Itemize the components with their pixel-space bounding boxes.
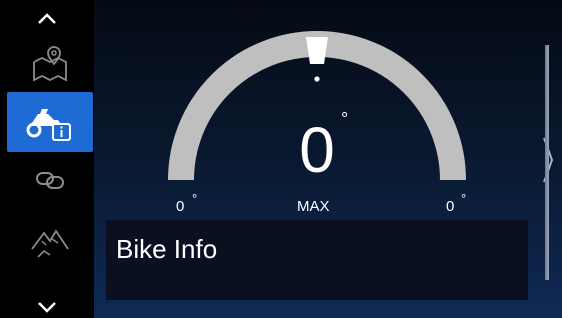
max-right-unit: ° bbox=[461, 191, 467, 206]
link-icon bbox=[36, 172, 64, 189]
gauge-center-marker bbox=[306, 37, 328, 64]
scroll-indicator bbox=[545, 45, 549, 280]
main-panel: 0 ° 0 ° MAX 0 ° Bike Info bbox=[94, 0, 562, 318]
map-pin-icon bbox=[33, 46, 67, 82]
motorcycle-info-icon bbox=[26, 109, 71, 141]
sidebar bbox=[0, 0, 94, 318]
sidebar-item-map[interactable] bbox=[7, 34, 93, 94]
max-left-unit: ° bbox=[192, 191, 198, 206]
sidebar-item-terrain[interactable] bbox=[7, 209, 93, 269]
current-lean-unit: ° bbox=[341, 109, 349, 129]
sidebar-item-bike-info[interactable] bbox=[7, 92, 93, 152]
chevron-down-icon[interactable] bbox=[31, 294, 63, 318]
info-panel: Bike Info bbox=[106, 220, 528, 300]
max-label: MAX bbox=[297, 198, 330, 215]
current-lean-value: 0 bbox=[299, 114, 335, 186]
sidebar-item-connectivity[interactable] bbox=[7, 150, 93, 210]
chevron-up-icon[interactable] bbox=[31, 8, 63, 32]
max-right-value: 0 bbox=[446, 198, 455, 215]
mountain-icon bbox=[31, 229, 69, 258]
max-left-value: 0 bbox=[176, 198, 185, 215]
bike-info-screen: 0 ° 0 ° MAX 0 ° Bike Info bbox=[0, 0, 562, 318]
panel-title: Bike Info bbox=[116, 234, 218, 264]
gauge-center-dot bbox=[314, 76, 320, 82]
